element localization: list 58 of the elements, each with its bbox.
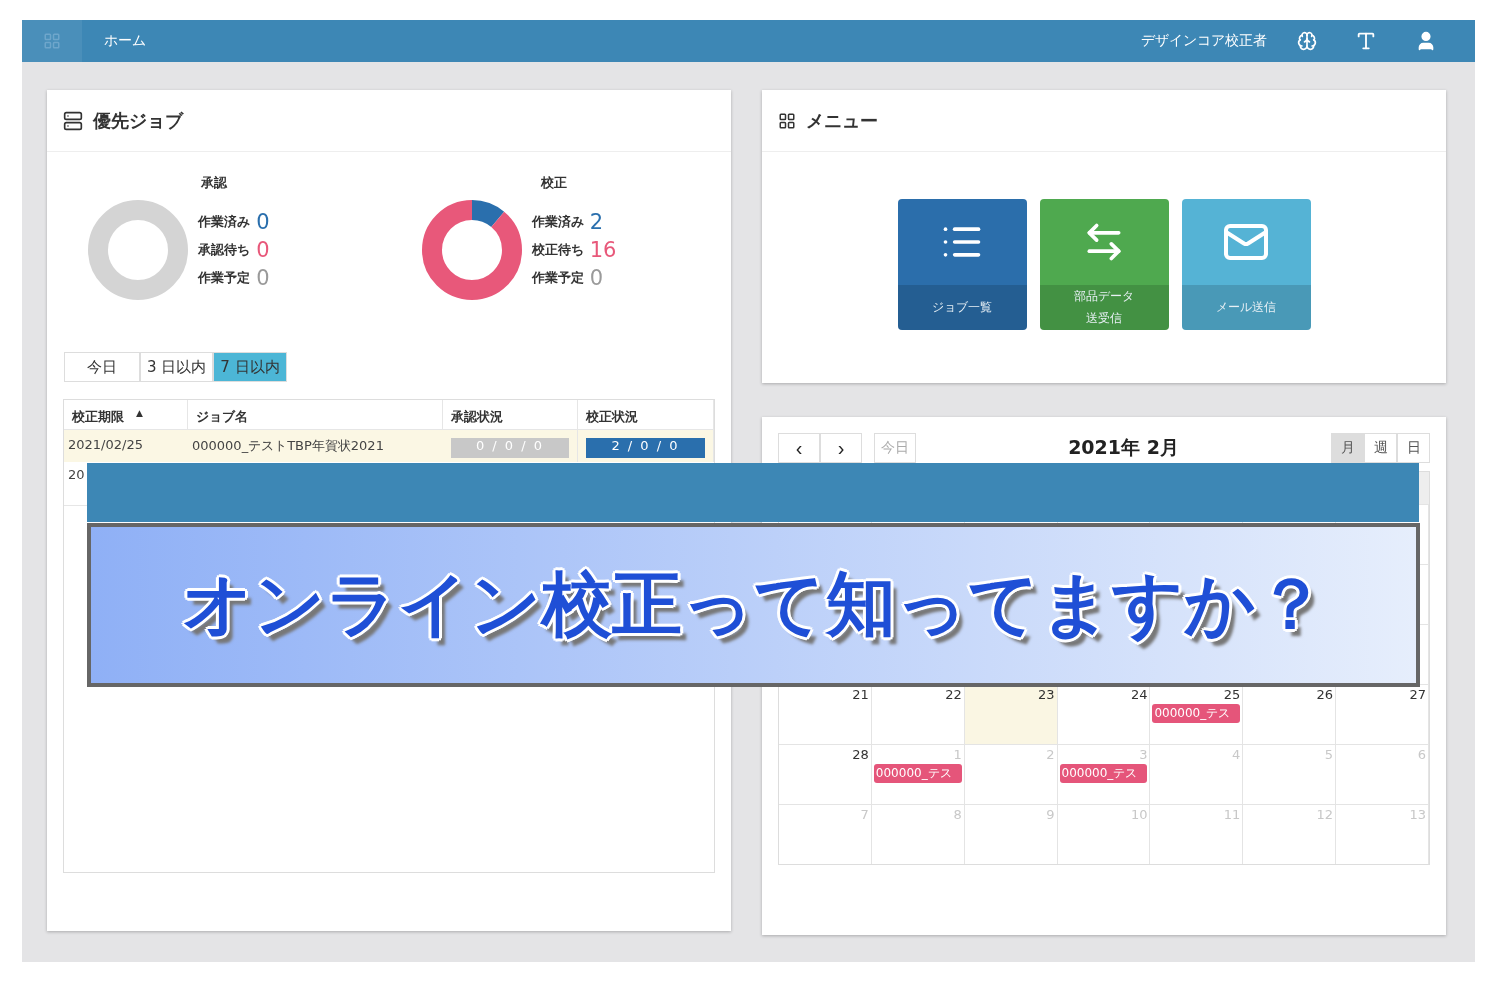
stat-label: 作業予定 — [531, 269, 584, 287]
day-number: 26 — [1316, 687, 1334, 702]
deadline-cell-text: 20 — [67, 466, 86, 484]
tile-label: 部品データ — [1074, 287, 1134, 305]
summary-title: 校正 — [541, 174, 567, 192]
job-name-cell: 000000_テストTBP年賀状2021 — [188, 430, 443, 462]
day-number: 24 — [1130, 687, 1148, 702]
sort-icon: ▲ — [136, 408, 143, 426]
user-name: デザインコア校正者 — [1141, 32, 1267, 50]
stat-label: 作業済み — [531, 213, 584, 231]
view-tab[interactable]: 日 — [1397, 433, 1430, 463]
day-number: 21 — [852, 687, 869, 702]
stat-label: 作業済み — [198, 213, 251, 231]
stat-label: 作業予定 — [198, 269, 251, 287]
server-icon — [63, 110, 83, 131]
stat-value: 0 — [256, 238, 270, 262]
font-size-icon[interactable] — [1355, 30, 1377, 52]
menu-tile[interactable]: 部品データ 送受信 — [1039, 199, 1169, 330]
banner-text: オンライン校正って知ってますか？ — [181, 562, 1326, 647]
calendar-day-cell[interactable]: 23 — [964, 685, 1058, 744]
grid-icon — [43, 32, 61, 50]
stat-value: 0 — [256, 210, 270, 234]
stat-label: 承認待ち — [198, 241, 251, 259]
range-tab[interactable]: 3 日以内 — [140, 352, 214, 382]
day-number: 22 — [945, 687, 962, 702]
brain-icon[interactable] — [1297, 31, 1317, 51]
stat-value: 2 — [589, 210, 603, 234]
panel-title: 優先ジョブ — [93, 108, 183, 133]
panel-title: メニュー — [806, 108, 878, 133]
summary-title: 承認 — [201, 174, 227, 192]
previous-button[interactable]: ‹ — [778, 433, 820, 463]
calendar-title: 2021年 2月 — [1067, 435, 1180, 460]
stat-label: 校正待ち — [531, 241, 584, 259]
day-number: 27 — [1409, 687, 1426, 702]
menu-tile[interactable]: メール送信 — [1181, 199, 1311, 330]
view-tab[interactable]: 週 — [1364, 433, 1397, 463]
day-number: 23 — [1038, 687, 1055, 702]
view-tab[interactable]: 月 — [1331, 433, 1364, 463]
tile-label: 送受信 — [1086, 309, 1122, 327]
calendar-event[interactable]: 000000_テス — [1059, 764, 1148, 783]
home-link[interactable]: ホーム — [104, 32, 146, 50]
next-button[interactable]: › — [820, 433, 862, 463]
tile-label: ジョブ一覧 — [932, 298, 992, 316]
day-number: 25 — [1223, 687, 1241, 702]
grid-icon — [778, 111, 796, 130]
range-tab[interactable]: 7 日以内 — [213, 352, 287, 382]
range-tab[interactable]: 今日 — [64, 352, 140, 382]
stat-value: 0 — [256, 266, 270, 290]
stat-value: 16 — [589, 238, 617, 262]
calendar-day-cell[interactable]: 25 000000_テス — [1150, 685, 1244, 744]
menu-tile[interactable]: ジョブ一覧 — [897, 199, 1027, 330]
status-bar: 2 / 0 / 0 — [586, 438, 705, 458]
stat-value: 0 — [589, 266, 603, 290]
tile-label: メール送信 — [1216, 298, 1276, 316]
calendar-event[interactable]: 000000_テス — [1152, 704, 1241, 723]
day-number: 28 — [852, 747, 869, 762]
calendar-event[interactable]: 000000_テス — [873, 764, 962, 783]
deadline-cell: 2021/02/25 — [64, 430, 188, 462]
